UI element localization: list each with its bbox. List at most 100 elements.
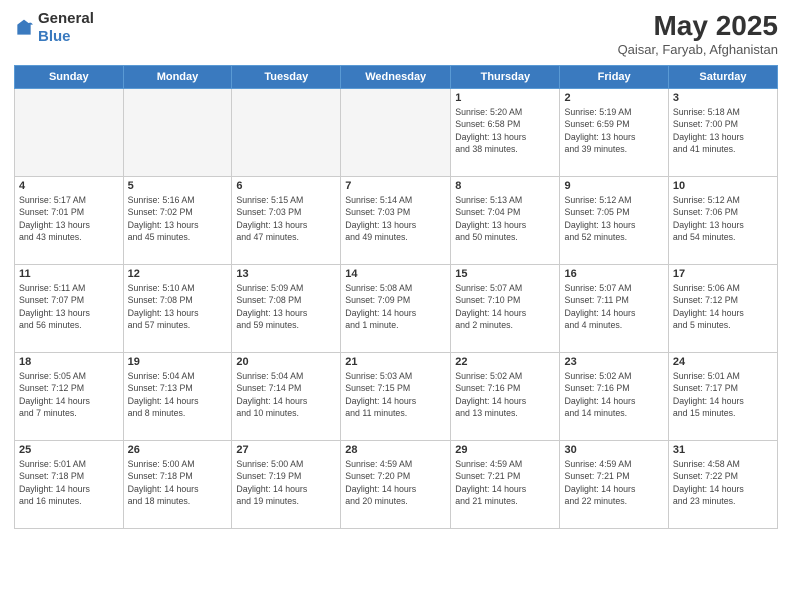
weekday-header-monday: Monday (123, 66, 232, 89)
weekday-header-row: SundayMondayTuesdayWednesdayThursdayFrid… (15, 66, 778, 89)
calendar-cell: 15 Sunrise: 5:07 AM Sunset: 7:10 PM Dayli… (451, 265, 560, 353)
day-info: Sunrise: 5:07 AM Sunset: 7:10 PM Dayligh… (455, 282, 555, 331)
weekday-header-tuesday: Tuesday (232, 66, 341, 89)
calendar-cell: 18 Sunrise: 5:05 AM Sunset: 7:12 PM Dayli… (15, 353, 124, 441)
calendar-cell (15, 89, 124, 177)
day-info: Sunrise: 5:01 AM Sunset: 7:18 PM Dayligh… (19, 458, 119, 507)
day-number: 22 (455, 356, 555, 368)
logo-text: General Blue (38, 10, 94, 46)
day-info: Sunrise: 5:10 AM Sunset: 7:08 PM Dayligh… (128, 282, 228, 331)
calendar-cell: 31Sunrise: 4:58 AM Sunset: 7:22 PM Dayli… (668, 441, 777, 529)
day-info: Sunrise: 5:13 AM Sunset: 7:04 PM Dayligh… (455, 194, 555, 243)
calendar-cell: 19Sunrise: 5:04 AM Sunset: 7:13 PM Dayli… (123, 353, 232, 441)
calendar-cell: 16 Sunrise: 5:07 AM Sunset: 7:11 PM Dayli… (560, 265, 668, 353)
day-number: 13 (236, 268, 336, 280)
page: General Blue May 2025 Qaisar, Faryab, Af… (0, 0, 792, 612)
day-number: 31 (673, 444, 773, 456)
week-row-5: 25 Sunrise: 5:01 AM Sunset: 7:18 PM Dayli… (15, 441, 778, 529)
calendar-cell: 3 Sunrise: 5:18 AM Sunset: 7:00 PM Daylig… (668, 89, 777, 177)
day-number: 18 (19, 356, 119, 368)
day-info: Sunrise: 5:20 AM Sunset: 6:58 PM Dayligh… (455, 106, 555, 155)
week-row-4: 18 Sunrise: 5:05 AM Sunset: 7:12 PM Dayli… (15, 353, 778, 441)
day-info: Sunrise: 5:18 AM Sunset: 7:00 PM Dayligh… (673, 106, 773, 155)
day-number: 25 (19, 444, 119, 456)
calendar-cell: 12 Sunrise: 5:10 AM Sunset: 7:08 PM Dayli… (123, 265, 232, 353)
day-info: Sunrise: 5:14 AM Sunset: 7:03 PM Dayligh… (345, 194, 446, 243)
calendar-cell: 28 Sunrise: 4:59 AM Sunset: 7:20 PM Dayli… (341, 441, 451, 529)
logo-blue: Blue (38, 28, 71, 45)
day-number: 4 (19, 180, 119, 192)
calendar-cell: 25 Sunrise: 5:01 AM Sunset: 7:18 PM Dayli… (15, 441, 124, 529)
calendar-cell: 29 Sunrise: 4:59 AM Sunset: 7:21 PM Dayli… (451, 441, 560, 529)
header: General Blue May 2025 Qaisar, Faryab, Af… (14, 10, 778, 57)
day-info: Sunrise: 5:07 AM Sunset: 7:11 PM Dayligh… (564, 282, 663, 331)
logo-general: General (38, 10, 94, 27)
calendar-cell: 4 Sunrise: 5:17 AM Sunset: 7:01 PM Daylig… (15, 177, 124, 265)
day-info: Sunrise: 5:15 AM Sunset: 7:03 PM Dayligh… (236, 194, 336, 243)
day-info: Sunrise: 4:59 AM Sunset: 7:21 PM Dayligh… (564, 458, 663, 507)
calendar-cell: 6Sunrise: 5:15 AM Sunset: 7:03 PM Daylig… (232, 177, 341, 265)
weekday-header-thursday: Thursday (451, 66, 560, 89)
calendar-cell: 13 Sunrise: 5:09 AM Sunset: 7:08 PM Dayli… (232, 265, 341, 353)
day-info: Sunrise: 4:59 AM Sunset: 7:21 PM Dayligh… (455, 458, 555, 507)
day-info: Sunrise: 5:05 AM Sunset: 7:12 PM Dayligh… (19, 370, 119, 419)
calendar-cell (123, 89, 232, 177)
day-info: Sunrise: 5:17 AM Sunset: 7:01 PM Dayligh… (19, 194, 119, 243)
day-number: 8 (455, 180, 555, 192)
day-info: Sunrise: 5:09 AM Sunset: 7:08 PM Dayligh… (236, 282, 336, 331)
calendar-cell: 1 Sunrise: 5:20 AM Sunset: 6:58 PM Daylig… (451, 89, 560, 177)
calendar-cell: 24Sunrise: 5:01 AM Sunset: 7:17 PM Dayli… (668, 353, 777, 441)
day-number: 12 (128, 268, 228, 280)
calendar-cell (341, 89, 451, 177)
calendar-cell: 11Sunrise: 5:11 AM Sunset: 7:07 PM Dayli… (15, 265, 124, 353)
day-number: 7 (345, 180, 446, 192)
calendar-cell: 7 Sunrise: 5:14 AM Sunset: 7:03 PM Daylig… (341, 177, 451, 265)
weekday-header-friday: Friday (560, 66, 668, 89)
calendar-cell: 2Sunrise: 5:19 AM Sunset: 6:59 PM Daylig… (560, 89, 668, 177)
weekday-header-saturday: Saturday (668, 66, 777, 89)
week-row-1: 1 Sunrise: 5:20 AM Sunset: 6:58 PM Daylig… (15, 89, 778, 177)
day-number: 30 (564, 444, 663, 456)
day-info: Sunrise: 5:02 AM Sunset: 7:16 PM Dayligh… (455, 370, 555, 419)
weekday-header-sunday: Sunday (15, 66, 124, 89)
day-number: 14 (345, 268, 446, 280)
day-number: 15 (455, 268, 555, 280)
day-info: Sunrise: 5:08 AM Sunset: 7:09 PM Dayligh… (345, 282, 446, 331)
calendar-cell (232, 89, 341, 177)
calendar-cell: 30 Sunrise: 4:59 AM Sunset: 7:21 PM Dayli… (560, 441, 668, 529)
calendar-table: SundayMondayTuesdayWednesdayThursdayFrid… (14, 65, 778, 529)
day-info: Sunrise: 5:04 AM Sunset: 7:13 PM Dayligh… (128, 370, 228, 419)
day-info: Sunrise: 5:03 AM Sunset: 7:15 PM Dayligh… (345, 370, 446, 419)
day-info: Sunrise: 5:12 AM Sunset: 7:06 PM Dayligh… (673, 194, 773, 243)
day-info: Sunrise: 5:16 AM Sunset: 7:02 PM Dayligh… (128, 194, 228, 243)
day-info: Sunrise: 5:12 AM Sunset: 7:05 PM Dayligh… (564, 194, 663, 243)
week-row-2: 4 Sunrise: 5:17 AM Sunset: 7:01 PM Daylig… (15, 177, 778, 265)
day-number: 3 (673, 92, 773, 104)
day-number: 9 (564, 180, 663, 192)
location-subtitle: Qaisar, Faryab, Afghanistan (618, 42, 778, 57)
day-number: 26 (128, 444, 228, 456)
day-number: 16 (564, 268, 663, 280)
day-number: 21 (345, 356, 446, 368)
weekday-header-wednesday: Wednesday (341, 66, 451, 89)
calendar-cell: 10Sunrise: 5:12 AM Sunset: 7:06 PM Dayli… (668, 177, 777, 265)
day-info: Sunrise: 5:11 AM Sunset: 7:07 PM Dayligh… (19, 282, 119, 331)
day-number: 1 (455, 92, 555, 104)
day-number: 28 (345, 444, 446, 456)
day-info: Sunrise: 5:02 AM Sunset: 7:16 PM Dayligh… (564, 370, 663, 419)
logo: General Blue (14, 10, 94, 46)
calendar-cell: 21 Sunrise: 5:03 AM Sunset: 7:15 PM Dayli… (341, 353, 451, 441)
day-number: 2 (564, 92, 663, 104)
day-number: 27 (236, 444, 336, 456)
logo-icon (14, 18, 34, 38)
day-number: 17 (673, 268, 773, 280)
calendar-cell: 9 Sunrise: 5:12 AM Sunset: 7:05 PM Daylig… (560, 177, 668, 265)
calendar-cell: 14 Sunrise: 5:08 AM Sunset: 7:09 PM Dayli… (341, 265, 451, 353)
day-number: 29 (455, 444, 555, 456)
calendar-cell: 23Sunrise: 5:02 AM Sunset: 7:16 PM Dayli… (560, 353, 668, 441)
day-number: 24 (673, 356, 773, 368)
day-info: Sunrise: 5:00 AM Sunset: 7:19 PM Dayligh… (236, 458, 336, 507)
day-info: Sunrise: 4:59 AM Sunset: 7:20 PM Dayligh… (345, 458, 446, 507)
week-row-3: 11Sunrise: 5:11 AM Sunset: 7:07 PM Dayli… (15, 265, 778, 353)
calendar-cell: 8 Sunrise: 5:13 AM Sunset: 7:04 PM Daylig… (451, 177, 560, 265)
